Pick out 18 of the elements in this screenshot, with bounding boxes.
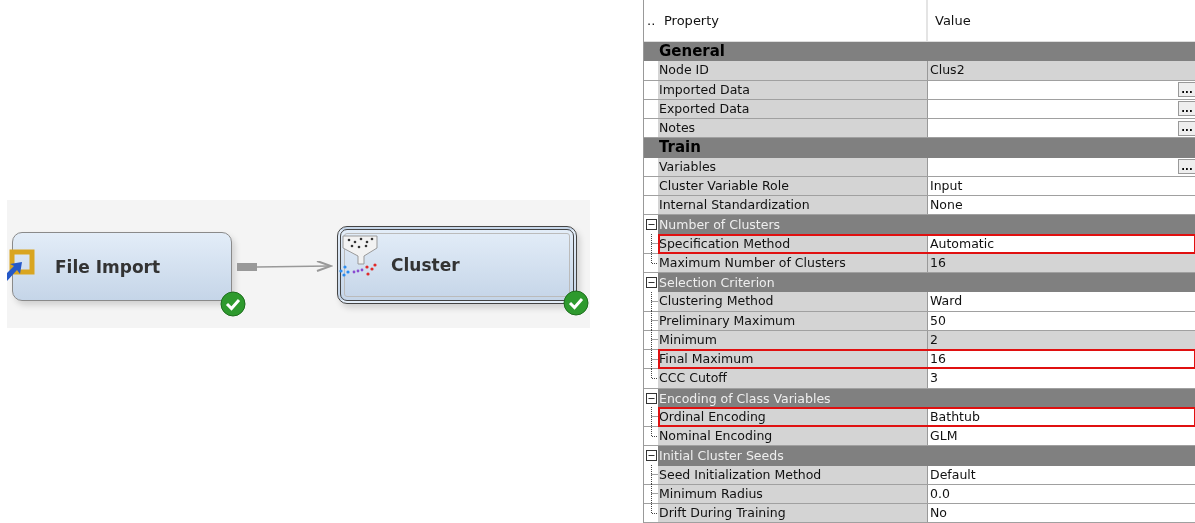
browse-button[interactable]: ...	[1178, 82, 1195, 98]
browse-button[interactable]: ...	[1178, 159, 1195, 175]
section-header: Train	[659, 138, 701, 158]
column-header[interactable]: Value	[928, 13, 971, 28]
property-name[interactable]: Node ID	[658, 61, 928, 80]
property-name[interactable]: CCC Cutoff	[658, 369, 928, 388]
property-value[interactable]: Clus2	[928, 61, 1195, 80]
section-header: General	[659, 42, 725, 62]
property-name[interactable]: Notes	[658, 119, 928, 138]
diagram-node[interactable]: File Import	[12, 232, 232, 301]
property-name[interactable]: Drift During Training	[658, 504, 928, 523]
column-marker: ..	[646, 13, 657, 28]
property-name[interactable]: Nominal Encoding	[658, 427, 928, 446]
browse-button[interactable]: ...	[1178, 120, 1195, 136]
browse-button[interactable]: ...	[1178, 101, 1195, 117]
property-name[interactable]: Internal Standardization	[658, 196, 928, 215]
property-name[interactable]: Clustering Method	[658, 292, 928, 311]
diagram-node[interactable]: Cluster	[337, 226, 577, 304]
